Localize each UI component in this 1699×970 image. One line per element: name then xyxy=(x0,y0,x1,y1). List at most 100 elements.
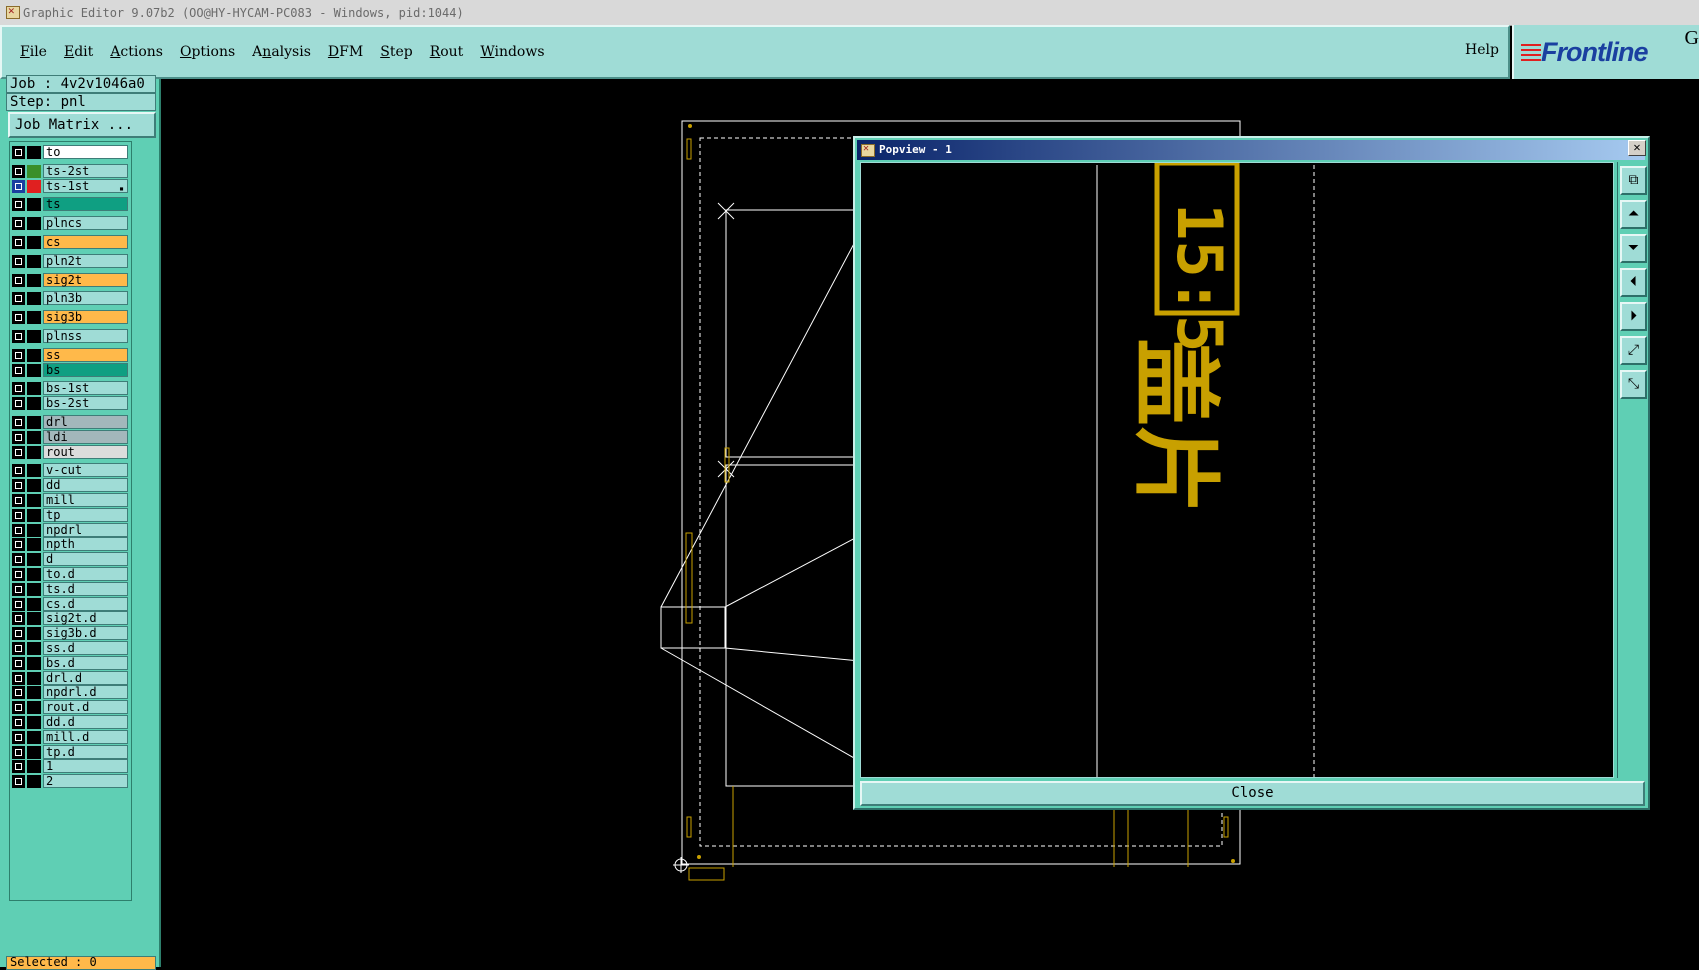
menu-step[interactable]: Step xyxy=(380,44,412,60)
layer-row-drl[interactable]: drl xyxy=(10,415,128,430)
layer-checkbox[interactable] xyxy=(12,760,25,774)
layer-name[interactable]: bs xyxy=(43,362,128,377)
zoom-fit-icon[interactable]: ⧉ xyxy=(1620,166,1647,195)
layer-name[interactable]: ts.d xyxy=(43,581,128,596)
layer-color-swatch[interactable] xyxy=(27,236,41,249)
layer-name[interactable]: dd xyxy=(43,478,128,493)
layer-row-tp.d[interactable]: tp.d xyxy=(10,744,128,760)
layer-row-d[interactable]: d xyxy=(10,552,128,567)
layer-color-swatch[interactable] xyxy=(27,198,41,212)
layer-row-1[interactable]: 1 xyxy=(10,759,128,774)
layer-checkbox[interactable] xyxy=(12,597,25,611)
layer-row-rout[interactable]: rout xyxy=(10,444,128,460)
layer-checkbox[interactable] xyxy=(12,538,25,552)
layer-color-swatch[interactable] xyxy=(27,311,41,325)
layer-row-mill.d[interactable]: mill.d xyxy=(10,729,128,745)
menu-actions[interactable]: Actions xyxy=(110,44,163,60)
layer-checkbox[interactable] xyxy=(12,671,25,685)
layer-name[interactable]: ts-1st ▪ xyxy=(43,178,128,193)
layer-checkbox[interactable] xyxy=(12,445,25,459)
layer-color-swatch[interactable] xyxy=(27,179,41,193)
layer-checkbox[interactable] xyxy=(12,179,25,193)
layer-row-sig3b.d[interactable]: sig3b.d xyxy=(10,626,128,641)
layer-name[interactable]: v-cut xyxy=(43,463,128,478)
layer-name[interactable]: rout xyxy=(43,444,128,459)
layer-color-swatch[interactable] xyxy=(27,612,41,626)
layer-checkbox[interactable] xyxy=(12,686,25,700)
menu-windows[interactable]: Windows xyxy=(480,44,544,60)
layer-name[interactable]: bs.d xyxy=(43,655,128,670)
zoom-in-icon[interactable]: ⤢ xyxy=(1620,336,1647,365)
layer-name[interactable]: d xyxy=(43,552,128,567)
layer-row-plnss[interactable]: plnss xyxy=(10,329,128,344)
graphic-canvas[interactable]: Popview - 1 ✕ 15:5 盖片 ⧉ ⏶ ⏷ ⏴ ⏵ ⤢ ⤡ Clos… xyxy=(161,79,1699,967)
menu-rout[interactable]: Rout xyxy=(430,44,464,60)
layer-checkbox[interactable] xyxy=(12,745,25,759)
layer-checkbox[interactable] xyxy=(12,311,25,325)
layer-name[interactable]: mill xyxy=(43,493,128,507)
layer-color-swatch[interactable] xyxy=(27,508,41,522)
layer-row-2[interactable]: 2 xyxy=(10,774,128,789)
layer-checkbox[interactable] xyxy=(12,397,25,411)
layer-color-swatch[interactable] xyxy=(27,292,41,306)
layer-color-swatch[interactable] xyxy=(27,330,41,343)
layer-checkbox[interactable] xyxy=(12,348,25,362)
layer-row-ts.d[interactable]: ts.d xyxy=(10,581,128,597)
menu-dfm[interactable]: DFM xyxy=(328,44,363,60)
layer-name[interactable]: ts-2st xyxy=(43,163,128,178)
layer-checkbox[interactable] xyxy=(12,273,25,287)
layer-name[interactable]: plnss xyxy=(43,329,128,343)
layer-checkbox[interactable] xyxy=(12,553,25,567)
layer-color-swatch[interactable] xyxy=(27,701,41,715)
layer-name[interactable]: mill.d xyxy=(43,729,128,744)
layer-name[interactable]: to xyxy=(43,145,128,159)
layer-name[interactable]: ts xyxy=(43,197,128,212)
layer-checkbox[interactable] xyxy=(12,464,25,478)
layer-row-drl.d[interactable]: drl.d xyxy=(10,670,128,686)
layer-name[interactable]: 1 xyxy=(43,759,128,774)
layer-color-swatch[interactable] xyxy=(27,568,41,581)
layer-row-plncs[interactable]: plncs xyxy=(10,216,128,231)
layer-row-v-cut[interactable]: v-cut xyxy=(10,463,128,478)
layer-name[interactable]: npdrl xyxy=(43,522,128,537)
popview-close-x[interactable]: ✕ xyxy=(1628,140,1646,156)
layer-checkbox[interactable] xyxy=(12,416,25,429)
layer-color-swatch[interactable] xyxy=(27,671,41,685)
layer-row-to.d[interactable]: to.d xyxy=(10,567,128,582)
layer-name[interactable]: ldi xyxy=(43,429,128,444)
layer-name[interactable]: to.d xyxy=(43,567,128,581)
menu-help[interactable]: Help xyxy=(1465,42,1499,58)
layer-color-swatch[interactable] xyxy=(27,254,41,268)
pan-right-icon[interactable]: ⏵ xyxy=(1620,302,1647,331)
layer-color-swatch[interactable] xyxy=(27,730,41,744)
layer-color-swatch[interactable] xyxy=(27,217,41,231)
layer-checkbox[interactable] xyxy=(12,146,25,159)
layer-checkbox[interactable] xyxy=(12,716,25,729)
layer-row-bs[interactable]: bs xyxy=(10,362,128,378)
layer-color-swatch[interactable] xyxy=(27,430,41,444)
layer-row-ss.d[interactable]: ss.d xyxy=(10,641,128,656)
layer-checkbox[interactable] xyxy=(12,612,25,626)
layer-checkbox[interactable] xyxy=(12,730,25,744)
layer-color-swatch[interactable] xyxy=(27,597,41,611)
layer-color-swatch[interactable] xyxy=(27,523,41,537)
layer-color-swatch[interactable] xyxy=(27,464,41,478)
pan-down-icon[interactable]: ⏷ xyxy=(1620,234,1647,263)
layer-checkbox[interactable] xyxy=(12,523,25,537)
layer-row-pln3b[interactable]: pln3b xyxy=(10,291,128,306)
layer-name[interactable]: cs xyxy=(43,235,128,249)
popview-close-button[interactable]: Close xyxy=(860,781,1645,806)
layer-color-swatch[interactable] xyxy=(27,775,41,789)
layer-color-swatch[interactable] xyxy=(27,716,41,729)
layer-color-swatch[interactable] xyxy=(27,146,41,159)
layer-color-swatch[interactable] xyxy=(27,553,41,567)
layer-color-swatch[interactable] xyxy=(27,363,41,377)
layer-checkbox[interactable] xyxy=(12,479,25,493)
layer-checkbox[interactable] xyxy=(12,656,25,670)
menu-file[interactable]: File xyxy=(20,44,47,60)
layer-row-ts-1st[interactable]: ts-1st ▪ xyxy=(10,178,128,194)
pan-left-icon[interactable]: ⏴ xyxy=(1620,268,1647,297)
layer-row-npdrl[interactable]: npdrl xyxy=(10,522,128,538)
pan-up-icon[interactable]: ⏶ xyxy=(1620,200,1647,229)
layer-name[interactable]: pln2t xyxy=(43,253,128,268)
